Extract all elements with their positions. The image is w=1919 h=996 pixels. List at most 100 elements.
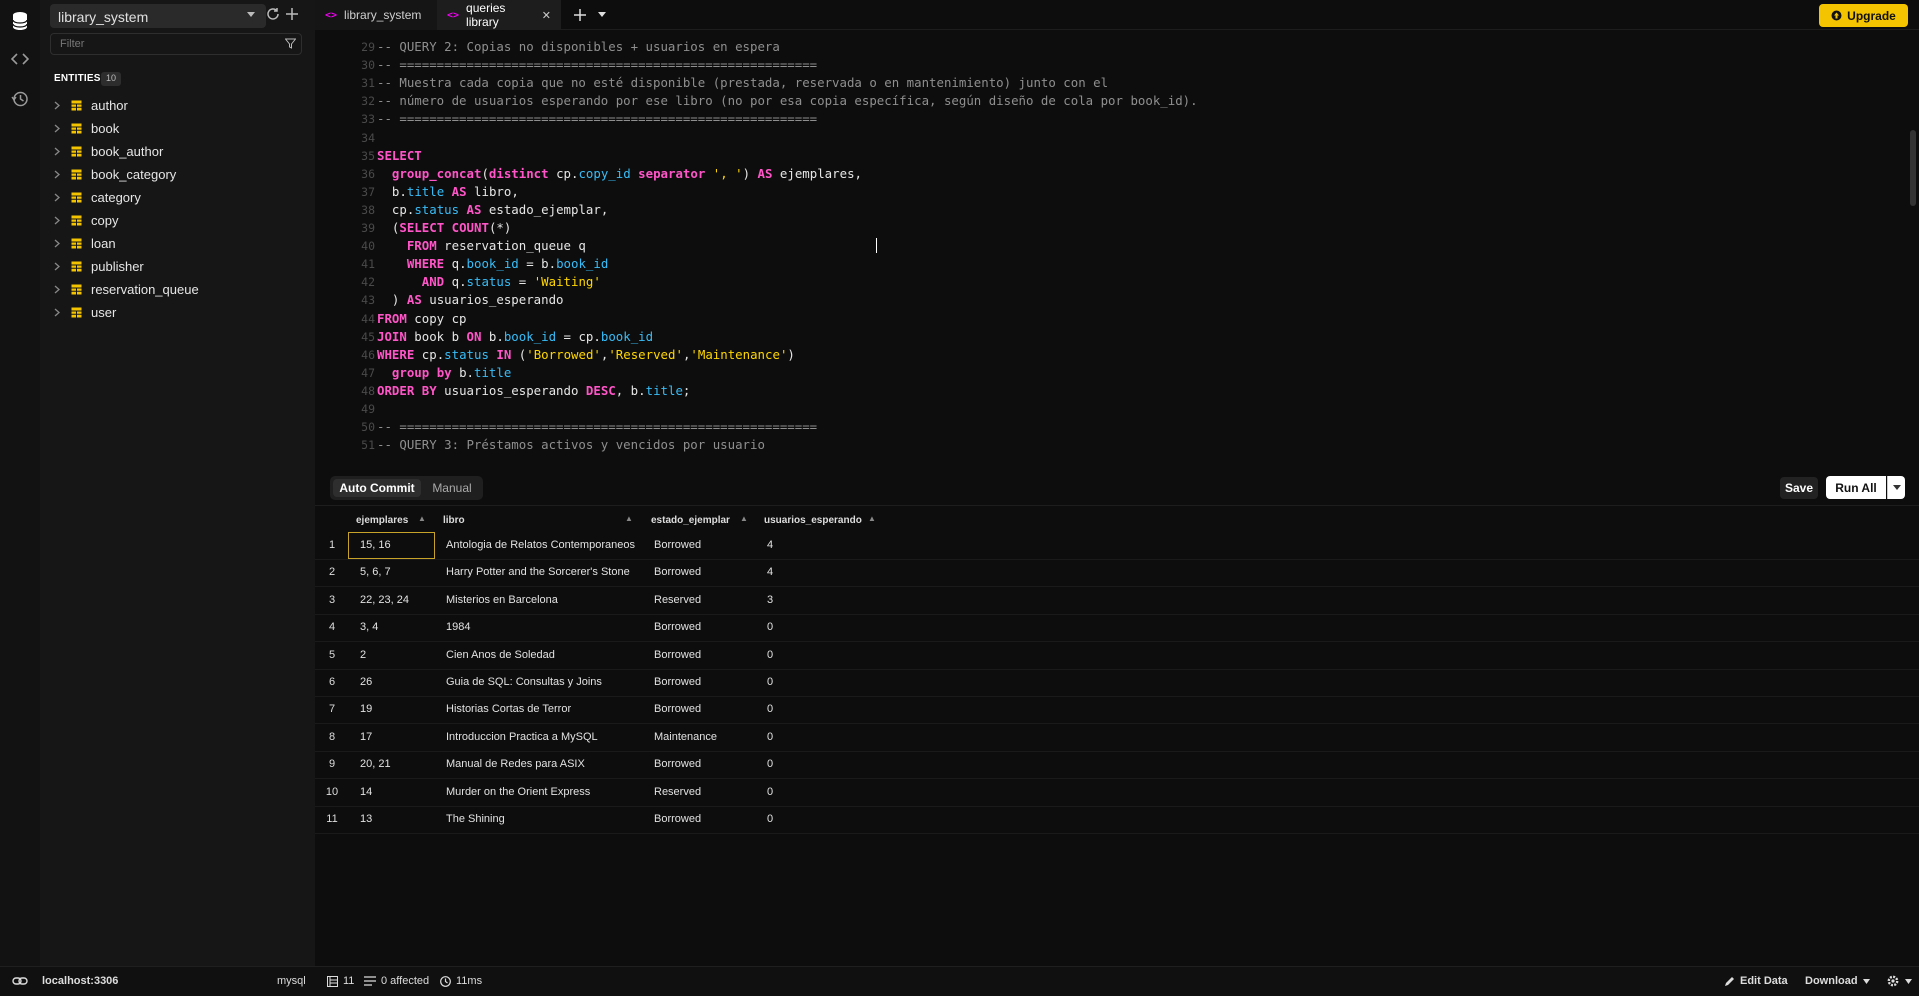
database-select[interactable]: library_system [50,4,266,28]
cell-usuarios_esperando[interactable]: 3 [767,594,773,606]
code-icon[interactable] [7,46,33,72]
code-line[interactable]: WHERE q.book_id = b.book_id [377,256,608,271]
code-line[interactable]: JOIN book b ON b.book_id = cp.book_id [377,329,653,344]
cell-ejemplares[interactable]: 19 [360,703,372,715]
download-button[interactable]: Download [1805,966,1870,996]
sort-icon[interactable]: ▲ [740,514,748,523]
chevron-right-icon[interactable] [54,124,62,133]
cell-ejemplares[interactable]: 17 [360,731,372,743]
cell-usuarios_esperando[interactable]: 4 [767,539,773,551]
cell-libro[interactable]: Harry Potter and the Sorcerer's Stone [446,566,630,578]
code-line[interactable]: group by b.title [377,365,511,380]
cell-libro[interactable]: Introduccion Practica a MySQL [446,731,598,743]
code-line[interactable]: AND q.status = 'Waiting' [377,274,601,289]
cell-ejemplares[interactable]: 20, 21 [360,758,391,770]
cell-estado_ejemplar[interactable]: Borrowed [654,813,701,825]
cell-libro[interactable]: Historias Cortas de Terror [446,703,571,715]
column-header-usuarios_esperando[interactable]: usuarios_esperando [764,509,862,531]
column-header-estado_ejemplar[interactable]: estado_ejemplar [651,509,730,531]
chevron-right-icon[interactable] [54,193,62,202]
settings-button[interactable] [1886,966,1912,996]
code-line[interactable]: -- =====================================… [377,419,817,434]
cell-ejemplares[interactable]: 14 [360,786,372,798]
entity-item-publisher[interactable]: publisher [50,255,310,277]
cell-estado_ejemplar[interactable]: Reserved [654,594,701,606]
entity-item-book[interactable]: book [50,117,310,139]
history-icon[interactable] [7,86,33,112]
cell-usuarios_esperando[interactable]: 0 [767,786,773,798]
sort-icon[interactable]: ▲ [868,514,876,523]
chevron-right-icon[interactable] [54,147,62,156]
cell-estado_ejemplar[interactable]: Borrowed [654,621,701,633]
tab-library-system[interactable]: <> library_system [315,0,437,30]
cell-libro[interactable]: Guia de SQL: Consultas y Joins [446,676,602,688]
entity-item-copy[interactable]: copy [50,209,310,231]
code-line[interactable]: -- QUERY 3: Préstamos activos y vencidos… [377,437,765,452]
chevron-right-icon[interactable] [54,239,62,248]
run-all-button[interactable]: Run All [1826,476,1886,499]
code-line[interactable]: FROM reservation_queue q [377,238,586,253]
cell-estado_ejemplar[interactable]: Borrowed [654,649,701,661]
table-row[interactable] [315,806,1919,834]
code-line[interactable]: -- número de usuarios esperando por ese … [377,93,1198,108]
column-header-libro[interactable]: libro [443,509,465,531]
cell-ejemplares[interactable]: 3, 4 [360,621,378,633]
code-line[interactable]: b.title AS libro, [377,184,519,199]
cell-libro[interactable]: Cien Anos de Soledad [446,649,555,661]
cell-ejemplares[interactable]: 13 [360,813,372,825]
code-line[interactable]: ORDER BY usuarios_esperando DESC, b.titl… [377,383,690,398]
code-line[interactable]: ) AS usuarios_esperando [377,292,564,307]
cell-usuarios_esperando[interactable]: 0 [767,813,773,825]
funnel-icon[interactable] [285,38,296,49]
column-header-ejemplares[interactable]: ejemplares [356,509,408,531]
plus-icon[interactable] [285,7,299,21]
table-row[interactable] [315,642,1919,670]
run-options-button[interactable] [1887,476,1905,499]
chevron-right-icon[interactable] [54,262,62,271]
cell-libro[interactable]: Misterios en Barcelona [446,594,558,606]
code-line[interactable]: SELECT [377,148,422,163]
new-tab-icon[interactable] [571,6,589,24]
code-line[interactable]: WHERE cp.status IN ('Borrowed','Reserved… [377,347,795,362]
chevron-right-icon[interactable] [54,170,62,179]
chevron-down-icon[interactable] [597,11,607,19]
sort-icon[interactable]: ▲ [625,514,633,523]
upgrade-button[interactable]: Upgrade [1819,4,1908,27]
caret-down-icon[interactable] [246,9,256,19]
table-row[interactable] [315,614,1919,643]
cell-estado_ejemplar[interactable]: Maintenance [654,731,717,743]
chevron-right-icon[interactable] [54,216,62,225]
cell-estado_ejemplar[interactable]: Borrowed [654,703,701,715]
cell-libro[interactable]: Murder on the Orient Express [446,786,590,798]
cell-estado_ejemplar[interactable]: Borrowed [654,676,701,688]
cell-usuarios_esperando[interactable]: 0 [767,621,773,633]
auto-commit-button[interactable]: Auto Commit [333,479,421,497]
code-line[interactable]: cp.status AS estado_ejemplar, [377,202,608,217]
sql-editor[interactable]: 29 -- QUERY 2: Copias no disponibles + us… [315,31,1919,460]
entity-item-author[interactable]: author [50,94,310,116]
entity-item-book_category[interactable]: book_category [50,163,310,185]
cell-ejemplares[interactable]: 5, 6, 7 [360,566,391,578]
cell-estado_ejemplar[interactable]: Borrowed [654,566,701,578]
cell-libro[interactable]: Antologia de Relatos Contemporaneos [446,539,635,551]
cell-usuarios_esperando[interactable]: 0 [767,703,773,715]
code-line[interactable]: -- Muestra cada copia que no esté dispon… [377,75,1108,90]
save-button[interactable]: Save [1780,477,1818,499]
cell-usuarios_esperando[interactable]: 0 [767,676,773,688]
cell-libro[interactable]: 1984 [446,621,470,633]
chevron-right-icon[interactable] [54,101,62,110]
entity-item-reservation_queue[interactable]: reservation_queue [50,278,310,300]
database-icon[interactable] [7,8,33,34]
connection-info[interactable]: localhost:3306 [12,966,118,996]
edit-data-button[interactable]: Edit Data [1724,966,1788,996]
cell-libro[interactable]: Manual de Redes para ASIX [446,758,585,770]
cell-estado_ejemplar[interactable]: Borrowed [654,539,701,551]
chevron-right-icon[interactable] [54,285,62,294]
entity-item-category[interactable]: category [50,186,310,208]
cell-ejemplares[interactable]: 22, 23, 24 [360,594,409,606]
editor-scrollbar[interactable] [1910,130,1916,206]
cell-usuarios_esperando[interactable]: 0 [767,649,773,661]
cell-libro[interactable]: The Shining [446,813,505,825]
chevron-right-icon[interactable] [54,308,62,317]
tab-queries-library[interactable]: <> queries library ✕ [437,0,561,30]
